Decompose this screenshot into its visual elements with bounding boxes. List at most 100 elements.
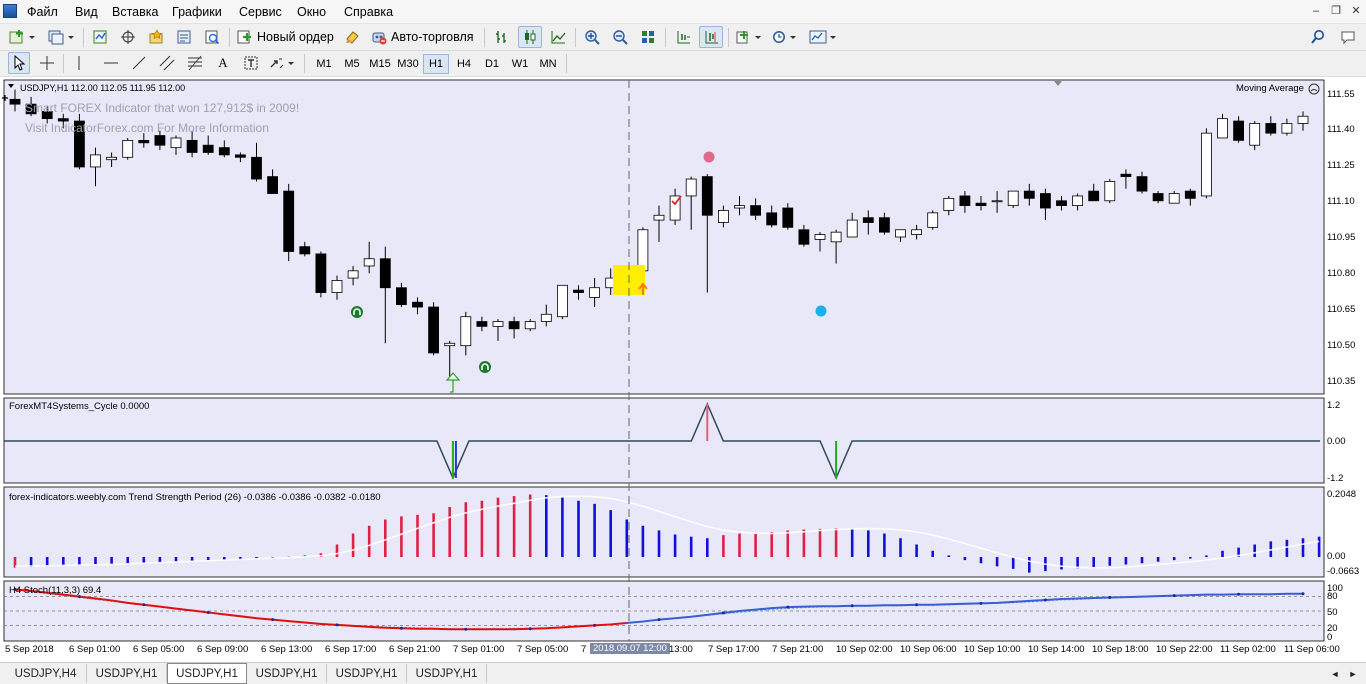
- bear-candle: [1023, 190, 1035, 199]
- text-label-icon: [244, 56, 258, 70]
- cursor-button[interactable]: [8, 52, 30, 74]
- text-button[interactable]: A: [212, 52, 234, 74]
- timeframe-h1[interactable]: H1: [423, 54, 449, 74]
- timeframe-mn[interactable]: MN: [535, 54, 561, 74]
- bull-candle: [492, 321, 504, 327]
- tab-usdjpy-h1-3[interactable]: USDJPY,H1: [247, 664, 327, 683]
- bear-candle: [234, 154, 246, 158]
- terminal-button[interactable]: [172, 26, 196, 48]
- bear-candle: [1040, 193, 1051, 209]
- stoch-point: [850, 604, 854, 608]
- strategy-tester-icon: [205, 30, 220, 45]
- chat-button[interactable]: [1336, 26, 1360, 48]
- menu-view[interactable]: Вид: [75, 5, 98, 19]
- data-window-button[interactable]: [116, 26, 140, 48]
- timeframe-h4[interactable]: H4: [451, 54, 477, 74]
- bear-candle: [1120, 173, 1132, 178]
- bull-candle: [911, 229, 922, 235]
- menu-charts[interactable]: Графики: [172, 5, 222, 19]
- time-label: 10 Sep 22:00: [1156, 644, 1213, 655]
- chart-canvas[interactable]: [0, 77, 1366, 662]
- auto-scroll-icon: [705, 31, 718, 44]
- menu-tools[interactable]: Сервис: [239, 5, 282, 19]
- tab-usdjpy-h4[interactable]: USDJPY,H4: [5, 664, 87, 683]
- profiles-button[interactable]: [44, 26, 78, 48]
- horizontal-line-button[interactable]: [100, 52, 122, 74]
- arrows-button[interactable]: [266, 52, 298, 74]
- minimize-icon[interactable]: –: [1308, 4, 1324, 19]
- stoch-point: [1043, 598, 1047, 602]
- app-icon: [3, 4, 17, 18]
- equidistant-channel-button[interactable]: [156, 52, 178, 74]
- candlestick-chart-button[interactable]: [518, 26, 542, 48]
- trendline-button[interactable]: [128, 52, 150, 74]
- bull-candle: [814, 234, 826, 240]
- bull-candle: [170, 137, 182, 149]
- tab-usdjpy-h1-active[interactable]: USDJPY,H1: [167, 663, 247, 684]
- chart-shift-button[interactable]: [671, 26, 695, 48]
- indicators-button[interactable]: [733, 26, 765, 48]
- auto-scroll-button[interactable]: [699, 26, 723, 48]
- menu-window[interactable]: Окно: [297, 5, 326, 19]
- bull-candle: [524, 321, 536, 330]
- bear-candle: [428, 306, 440, 354]
- search-icon: [1311, 30, 1324, 44]
- tab-usdjpy-h1-5[interactable]: USDJPY,H1: [407, 664, 487, 683]
- bear-candle: [251, 156, 262, 180]
- stoch-point: [142, 603, 146, 607]
- terminal-icon: [177, 30, 191, 44]
- strategy-tester-button[interactable]: [200, 26, 224, 48]
- tile-windows-button[interactable]: [636, 26, 660, 48]
- timeframe-m15[interactable]: M15: [367, 54, 393, 74]
- tab-usdjpy-h1-1[interactable]: USDJPY,H1: [87, 664, 167, 683]
- buy-marker-icon: [479, 361, 491, 373]
- stoch-scale-label: 50: [1327, 607, 1338, 618]
- menu-insert[interactable]: Вставка: [112, 5, 158, 19]
- time-label: 7 Sep 05:00: [517, 644, 569, 655]
- new-order-label: Новый ордер: [257, 30, 334, 44]
- menu-file[interactable]: Файл: [27, 5, 58, 19]
- cursor-arrow-icon: [14, 55, 26, 71]
- trend-scale-label: 0.2048: [1327, 489, 1357, 500]
- market-watch-button[interactable]: [88, 26, 112, 48]
- navigator-button[interactable]: [144, 26, 168, 48]
- new-chart-button[interactable]: [6, 26, 40, 48]
- templates-button[interactable]: [806, 26, 840, 48]
- search-button[interactable]: [1306, 26, 1330, 48]
- bull-candle: [1281, 123, 1293, 134]
- bull-candle: [991, 200, 1003, 203]
- auto-trading-button[interactable]: Авто-торговля: [367, 26, 479, 48]
- text-label-button[interactable]: [240, 52, 262, 74]
- line-chart-button[interactable]: [546, 26, 570, 48]
- timeframe-m30[interactable]: M30: [395, 54, 421, 74]
- periods-button[interactable]: [769, 26, 801, 48]
- zoom-out-button[interactable]: [608, 26, 632, 48]
- crosshair-button[interactable]: [36, 52, 58, 74]
- timeframe-d1[interactable]: D1: [479, 54, 505, 74]
- ad-line-2: Visit IndicatorForex.com For More Inform…: [25, 121, 269, 135]
- bear-candle: [154, 135, 166, 146]
- close-icon[interactable]: ✕: [1348, 4, 1364, 19]
- bull-candle: [1104, 181, 1116, 202]
- timeframe-m5[interactable]: M5: [339, 54, 365, 74]
- metaeditor-button[interactable]: [341, 26, 363, 48]
- chart-window[interactable]: USDJPY,H1 112.00 112.05 111.95 112.00 Sm…: [0, 77, 1366, 662]
- fibonacci-button[interactable]: [184, 52, 206, 74]
- tab-scroll-right-icon[interactable]: ►: [1345, 664, 1361, 683]
- tab-usdjpy-h1-4[interactable]: USDJPY,H1: [327, 664, 407, 683]
- zoom-in-button[interactable]: [580, 26, 604, 48]
- restore-icon[interactable]: ❐: [1328, 4, 1344, 19]
- bar-chart-button[interactable]: [490, 26, 514, 48]
- stoch-point: [1237, 592, 1241, 596]
- bear-candle: [508, 321, 520, 330]
- menu-help[interactable]: Справка: [344, 5, 393, 19]
- bear-candle: [299, 246, 311, 255]
- bear-candle: [395, 287, 407, 306]
- new-order-button[interactable]: Новый ордер: [233, 26, 337, 48]
- timeframe-m1[interactable]: M1: [311, 54, 337, 74]
- tab-scroll-left-icon[interactable]: ◄: [1327, 664, 1343, 683]
- bear-candle: [782, 207, 794, 228]
- timeframe-w1[interactable]: W1: [507, 54, 533, 74]
- vertical-line-button[interactable]: [68, 52, 90, 74]
- market-watch-icon: [93, 30, 107, 44]
